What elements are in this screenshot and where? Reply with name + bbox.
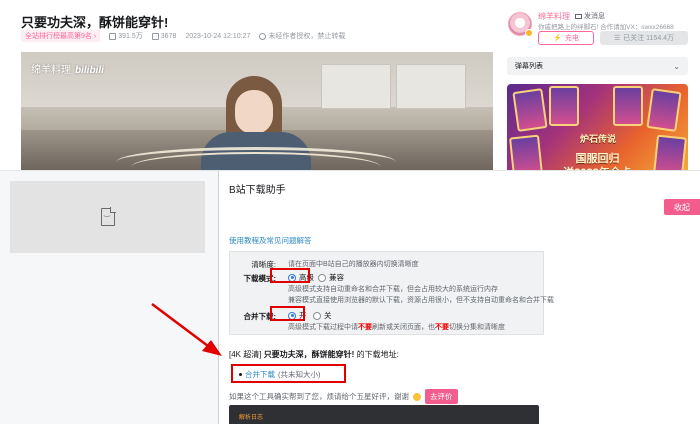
merge-desc-warning: 不要: [435, 324, 449, 331]
danmaku-count-value: 3678: [160, 32, 177, 40]
collapse-button[interactable]: 收起: [664, 199, 700, 215]
rank-tag[interactable]: 全站排行榜最高第9名 ›: [21, 30, 101, 42]
danmaku-icon: [151, 32, 159, 40]
radio-selected-icon: [288, 311, 296, 320]
ad-card: [512, 88, 548, 132]
mail-icon: [575, 13, 582, 19]
chevron-down-icon: ⌄: [673, 61, 680, 71]
video-frame-cabinet: [396, 64, 466, 109]
download-mode-label: 下载模式:: [243, 274, 277, 283]
review-button[interactable]: 去评价: [425, 389, 458, 404]
merge-download-label: 合并下载:: [243, 312, 277, 321]
video-title: 只要功夫深，酥饼能穿针!: [21, 15, 169, 30]
merge-desc: 高级模式下载过程中请不要刷新或关闭页面，也不要切换分集和清晰度: [288, 322, 505, 332]
review-text: 如果这个工具确实帮到了您，烦请给个五星好评，谢谢: [229, 392, 409, 401]
send-message-label: 发消息: [584, 13, 605, 20]
radio-selected-icon: [288, 273, 296, 282]
rank-tag-label: 全站排行榜最高第9名: [25, 33, 92, 40]
video-meta-row: 全站排行榜最高第9名 › 391.5万 3678 2023-10-24 12:1…: [21, 30, 345, 42]
download-suffix: 的下载地址:: [356, 350, 399, 359]
danmaku-list-label: 弹幕列表: [515, 63, 543, 70]
video-player[interactable]: 绵羊料理 bilibili: [21, 52, 493, 170]
merge-desc-part: 刷新或关闭页面，也: [372, 324, 435, 331]
cover-image-placeholder: ︶: [10, 181, 205, 253]
log-panel: 解析日志: [229, 405, 539, 424]
publish-time: 2023-10-24 12:10:27: [185, 32, 251, 40]
video-frame-person-face: [235, 90, 273, 134]
merge-download-size: (共未知大小): [278, 370, 321, 379]
charge-button[interactable]: ⚡ 充电: [538, 31, 594, 45]
radio-unselected-icon: [313, 311, 321, 320]
ad-card: [646, 88, 682, 132]
mode-option-compatible-label: 兼容: [329, 273, 344, 282]
danmaku-list-toggle[interactable]: 弹幕列表 ⌄: [507, 57, 688, 75]
view-count-value: 391.5万: [118, 33, 143, 40]
download-title: 只要功夫深，酥饼能穿针!: [263, 350, 355, 359]
ad-card: [549, 86, 579, 126]
merge-option-off-label: 关: [324, 311, 332, 320]
charge-button-label: 充电: [564, 35, 579, 42]
help-link[interactable]: 使用教程及常见问题解答: [229, 235, 312, 246]
mode-desc-compatible: 兼容模式直接使用浏览器的默认下载，资源占用很小，但不支持自动重命名和合并下载: [288, 297, 554, 304]
uploader-description: 你戚把路上的绊脚石! 合作请加VX：swxx26668: [538, 24, 674, 31]
ad-card: [613, 86, 643, 126]
mode-option-advanced[interactable]: 高级: [288, 272, 314, 283]
view-count: 391.5万: [109, 31, 143, 41]
download-helper-panel: 收起 B站下载助手 使用教程及常见问题解答 清晰度: 请在页面中B站自己的播放器…: [219, 171, 700, 424]
danmaku-count: 3678: [151, 32, 177, 40]
ad-game-logo: 炉石传说: [579, 134, 616, 144]
merge-desc-part: 切换分集和清晰度: [449, 324, 505, 331]
log-panel-title: 解析日志: [239, 415, 264, 421]
play-count-icon: [109, 32, 117, 40]
follow-button[interactable]: ☰ 已关注 1154.4万: [600, 31, 688, 45]
mode-option-compatible[interactable]: 兼容: [318, 272, 344, 283]
lightning-icon: ⚡: [553, 35, 562, 42]
menu-icon: ☰: [613, 35, 621, 42]
merge-download-link[interactable]: 合并下载: [245, 369, 275, 380]
merge-option-off[interactable]: 关: [313, 310, 332, 321]
merge-option-on[interactable]: 开: [288, 310, 307, 321]
avatar-badge-icon: [525, 29, 533, 37]
send-message-link[interactable]: 发消息: [575, 11, 605, 21]
follow-button-label: 已关注 1154.4万: [623, 35, 675, 42]
video-watermark: 绵羊料理 bilibili: [31, 61, 104, 76]
ad-banner[interactable]: 炉石传说 国服回归 送2023年全卡: [507, 84, 688, 184]
mode-option-advanced-label: 高级: [299, 273, 314, 282]
copyright-notice-text: 未经作者授权，禁止转载: [268, 33, 346, 40]
review-line: 如果这个工具确实帮到了您，烦请给个五星好评，谢谢 去评价: [229, 389, 458, 404]
download-quality: [4K 超清]: [229, 350, 262, 359]
video-frame-cabinet: [321, 64, 391, 109]
broken-image-icon: ︶: [100, 207, 116, 226]
panel-title: B站下载助手: [229, 185, 286, 196]
radio-unselected-icon: [318, 273, 326, 282]
smile-emoji-icon: [413, 392, 421, 401]
chevron-right-icon: ›: [93, 32, 97, 40]
screen: 只要功夫深，酥饼能穿针! 全站排行榜最高第9名 › 391.5万 3678 20…: [0, 0, 700, 424]
bilibili-logo: bilibili: [75, 65, 104, 76]
avatar[interactable]: [508, 12, 533, 37]
download-address-line: [4K 超清] 只要功夫深，酥饼能穿针! 的下载地址:: [229, 349, 399, 360]
forbidden-icon: [259, 32, 267, 40]
clarity-text: 请在页面中B站自己的播放器内切换清晰度: [288, 261, 419, 268]
settings-box: 清晰度: 请在页面中B站自己的播放器内切换清晰度 下载模式: 高级 兼容 高级模…: [229, 251, 554, 335]
download-helper-overlay: ︶ 收起 B站下载助手 使用教程及常见问题解答 清晰度: 请在页面中B站自己的播…: [0, 170, 700, 424]
merge-desc-part: 高级模式下载过程中请: [288, 324, 358, 331]
copyright-notice: 未经作者授权，禁止转载: [259, 31, 345, 41]
mode-desc-advanced: 高级模式支持自动重命名和合并下载，但会占用较大的系统运行内存: [288, 286, 498, 293]
bullet-icon: [239, 373, 242, 376]
download-list-item: 合并下载 (共未知大小): [239, 369, 321, 380]
watermark-name: 绵羊料理: [31, 65, 71, 76]
clarity-label: 清晰度:: [251, 260, 276, 269]
merge-option-on-label: 开: [299, 311, 307, 320]
merge-desc-warning: 不要: [358, 324, 372, 331]
